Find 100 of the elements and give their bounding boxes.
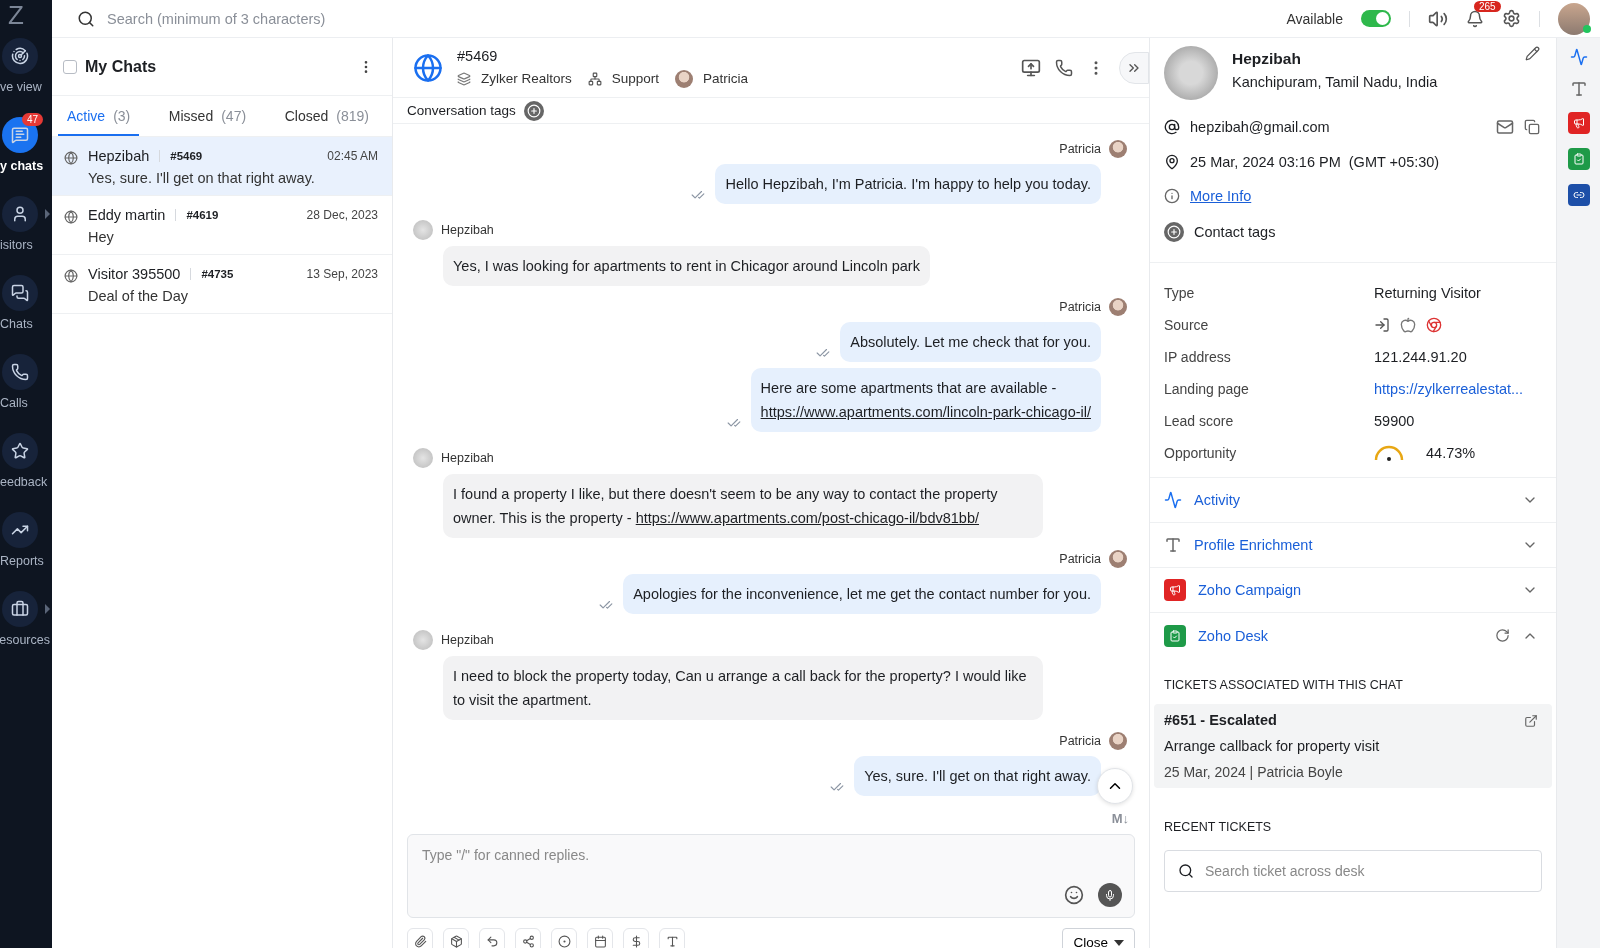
message-bubble: Yes, sure. I'll get on that right away. <box>854 756 1101 796</box>
message-field[interactable]: Type "/" for canned replies. <box>408 835 1134 917</box>
pulse-icon[interactable] <box>1569 48 1588 66</box>
tool-button[interactable] <box>587 928 613 948</box>
ticket-subject: Arrange callback for property visit <box>1164 738 1381 754</box>
chat-preview: Hey <box>88 229 115 245</box>
user-icon <box>11 205 29 223</box>
nav-item[interactable]: eedback <box>0 433 52 512</box>
tool-button[interactable] <box>659 928 685 948</box>
radar-icon <box>11 47 29 65</box>
detail-label: IP address <box>1164 349 1232 365</box>
edit-icon[interactable] <box>1525 46 1540 61</box>
add-tag-icon[interactable] <box>523 100 544 121</box>
tool-button[interactable] <box>551 928 577 948</box>
tool-button[interactable] <box>407 928 433 948</box>
detail-label: Opportunity <box>1164 445 1238 461</box>
copy-icon[interactable] <box>1524 119 1540 135</box>
globe-icon <box>64 151 78 165</box>
landing-page-link[interactable]: https://zylkerrealestat... <box>1374 381 1542 397</box>
app-logo: Z <box>7 0 25 32</box>
screen-share-icon[interactable] <box>1021 57 1041 78</box>
chat-tab[interactable]: Closed (819) <box>275 96 378 136</box>
refresh-icon[interactable] <box>1495 628 1510 643</box>
visitor-location: Kanchipuram, Tamil Nadu, India <box>1232 74 1439 90</box>
availability-toggle[interactable] <box>1361 10 1391 27</box>
section-header[interactable]: Profile Enrichment <box>1150 523 1556 568</box>
emoji-icon[interactable] <box>1064 885 1084 905</box>
tool-button[interactable] <box>623 928 649 948</box>
detail-value: Returning Visitor <box>1374 285 1482 301</box>
browser-icon <box>1426 317 1442 333</box>
section-header[interactable]: Activity <box>1150 478 1556 523</box>
settings-icon[interactable] <box>1502 9 1521 28</box>
detail-label: Landing page <box>1164 381 1250 397</box>
sender-name: Patricia <box>1059 734 1101 748</box>
nav-item[interactable]: Chats <box>0 275 52 354</box>
agent-avatar <box>1109 140 1127 158</box>
section-header[interactable]: Zoho Campaign <box>1150 568 1556 613</box>
message-link[interactable]: https://www.apartments.com/lincoln-park-chicago-il/ <box>760 404 1091 420</box>
close-button[interactable]: Close <box>1062 928 1135 948</box>
desk-icon[interactable] <box>1567 148 1590 170</box>
link-app-icon[interactable] <box>1567 184 1590 206</box>
sender-name: Patricia <box>1059 552 1101 566</box>
bell-icon[interactable] <box>1466 9 1484 28</box>
chat-preview: Deal of the Day <box>88 288 189 304</box>
chat-tab[interactable]: Missed (47) <box>159 96 256 136</box>
expand-button[interactable] <box>1119 51 1149 84</box>
layers-icon <box>457 71 471 86</box>
user-avatar[interactable] <box>1558 2 1590 35</box>
mic-button[interactable] <box>1098 883 1122 907</box>
desk-icon <box>1164 624 1186 647</box>
globe-icon <box>64 269 78 283</box>
add-tag-icon[interactable] <box>1164 222 1184 242</box>
ticket-search-field[interactable]: Search ticket across desk <box>1164 850 1542 892</box>
info-icon <box>1164 188 1180 204</box>
agent-avatar <box>1109 732 1127 750</box>
enrichment-icon[interactable] <box>1569 80 1588 98</box>
chats-icon <box>11 284 29 302</box>
section-header[interactable]: Zoho Desk <box>1150 613 1556 658</box>
sender-name: Hepzibah <box>441 451 494 465</box>
nav-item[interactable]: Reports <box>0 512 52 591</box>
select-all-checkbox[interactable] <box>63 59 77 74</box>
campaign-icon[interactable] <box>1567 112 1590 134</box>
chat-time: 02:45 AM <box>327 149 378 163</box>
message-bubble: Here are some apartments that are available - https://www.apartments.com/lincoln-park-chicago-il/ <box>750 368 1101 432</box>
contact-tags-label: Contact tags <box>1194 224 1277 240</box>
brand-name: Zylker Realtors <box>481 71 572 86</box>
phone-icon[interactable] <box>1055 58 1073 77</box>
detail-value: 59900 <box>1374 413 1416 429</box>
mail-icon[interactable] <box>1496 118 1514 136</box>
sender-name: Patricia <box>1059 300 1101 314</box>
read-ticks-icon <box>726 416 741 430</box>
tool-button[interactable] <box>515 928 541 948</box>
open-icon[interactable] <box>1524 714 1538 728</box>
visitor-avatar <box>413 630 433 650</box>
gauge-icon <box>1374 445 1404 461</box>
visitor-name: Hepzibah <box>1232 50 1302 68</box>
chat-icon <box>11 126 29 144</box>
ticket-card[interactable]: #651 - Escalated Arrange callback for property visit 25 Mar, 2024 | Patricia Boyle <box>1154 704 1552 788</box>
tags-label: Conversation tags <box>407 103 516 118</box>
more-info-link[interactable]: More Info <box>1190 188 1252 204</box>
search-icon <box>1178 863 1194 879</box>
chat-name: Visitor 395500 <box>88 266 181 282</box>
enrichment-icon <box>1164 536 1182 554</box>
speaker-icon[interactable] <box>1428 8 1448 29</box>
tool-button[interactable] <box>443 928 469 948</box>
detail-label: Type <box>1164 285 1196 301</box>
tool-button[interactable] <box>479 928 505 948</box>
nav-item[interactable]: isitors <box>0 196 52 275</box>
nav-item[interactable]: esources <box>0 591 52 670</box>
department-name: Support <box>611 71 660 86</box>
chat-name: Eddy martin <box>88 207 166 223</box>
message-link[interactable]: https://www.apartments.com/post-chicago-il/bdv81bb/ <box>635 510 979 526</box>
globe-icon <box>64 210 78 224</box>
ticket-title: #651 - Escalated <box>1164 712 1277 728</box>
count-badge: 47 <box>22 113 44 126</box>
nav-item[interactable]: Calls <box>0 354 52 433</box>
message-bubble: I found a property I like, but there doesn't seem to be any way to contact the property owner. This is the property - https://www.apartments.com/post-chicago-il/bdv81bb/ <box>443 474 1043 538</box>
chat-id: #4619 <box>175 209 297 221</box>
chat-row[interactable]: Hepzibah #5469 02:45 AM Yes, sure. I'll get on that right away. <box>52 137 392 196</box>
detail-label: Source <box>1164 317 1210 333</box>
